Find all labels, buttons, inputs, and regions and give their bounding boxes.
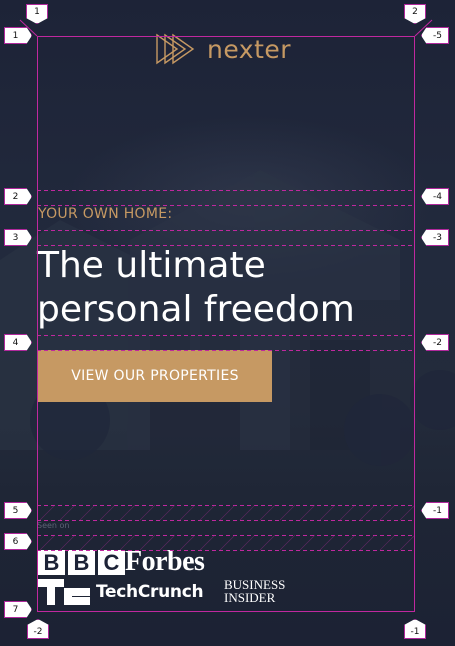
guide-tag-row-5: 5 (4, 502, 32, 519)
business-insider-logo: BUSINESS INSIDER (224, 578, 285, 604)
hero-headline: The ultimate personal freedom (37, 244, 417, 332)
nexter-logo[interactable]: nexter (155, 33, 291, 65)
bbc-letter-b1: B (38, 550, 65, 575)
guide-tag-column-neg2: -2 (27, 619, 49, 639)
guide-tag-row-neg1: -1 (421, 502, 449, 519)
headline-line-2: personal freedom (37, 289, 355, 330)
guide-tag-row-3: 3 (4, 229, 32, 246)
view-properties-button[interactable]: VIEW OUR PROPERTIES (38, 350, 272, 402)
techcrunch-logo: TechCrunch (96, 582, 204, 602)
logo-wordmark: nexter (207, 34, 292, 64)
guide-tag-row-4: 4 (4, 334, 32, 351)
forbes-logo: Forbes (125, 546, 205, 577)
guide-tag-row-6: 6 (4, 533, 32, 550)
guide-tag-row-neg2: -2 (421, 334, 449, 351)
headline-line-1: The ultimate (37, 245, 266, 286)
guide-tag-row-1: 1 (4, 27, 32, 44)
guide-tag-column-1: 1 (26, 4, 48, 24)
triangles-logo-icon (156, 33, 195, 65)
business-insider-line-2: INSIDER (224, 590, 276, 605)
guide-tag-row-neg3: -3 (421, 229, 449, 246)
bbc-logo: B B C (38, 550, 125, 575)
guide-tag-column-neg1: -1 (404, 619, 426, 639)
hero-section: nexter YOUR OWN HOME: The ultimate perso… (0, 0, 455, 646)
bbc-letter-c: C (98, 550, 125, 575)
bbc-letter-b2: B (68, 550, 95, 575)
hero-eyebrow: YOUR OWN HOME: (38, 206, 173, 222)
guide-tag-row-neg5: -5 (421, 27, 449, 44)
guide-tag-column-2: 2 (404, 4, 426, 24)
guide-tag-row-2: 2 (4, 188, 32, 205)
guide-tag-row-7: 7 (4, 601, 32, 618)
techcrunch-mark-icon (38, 579, 90, 605)
guide-tag-row-neg4: -4 (421, 188, 449, 205)
seen-on-label: Seen on (37, 521, 70, 530)
